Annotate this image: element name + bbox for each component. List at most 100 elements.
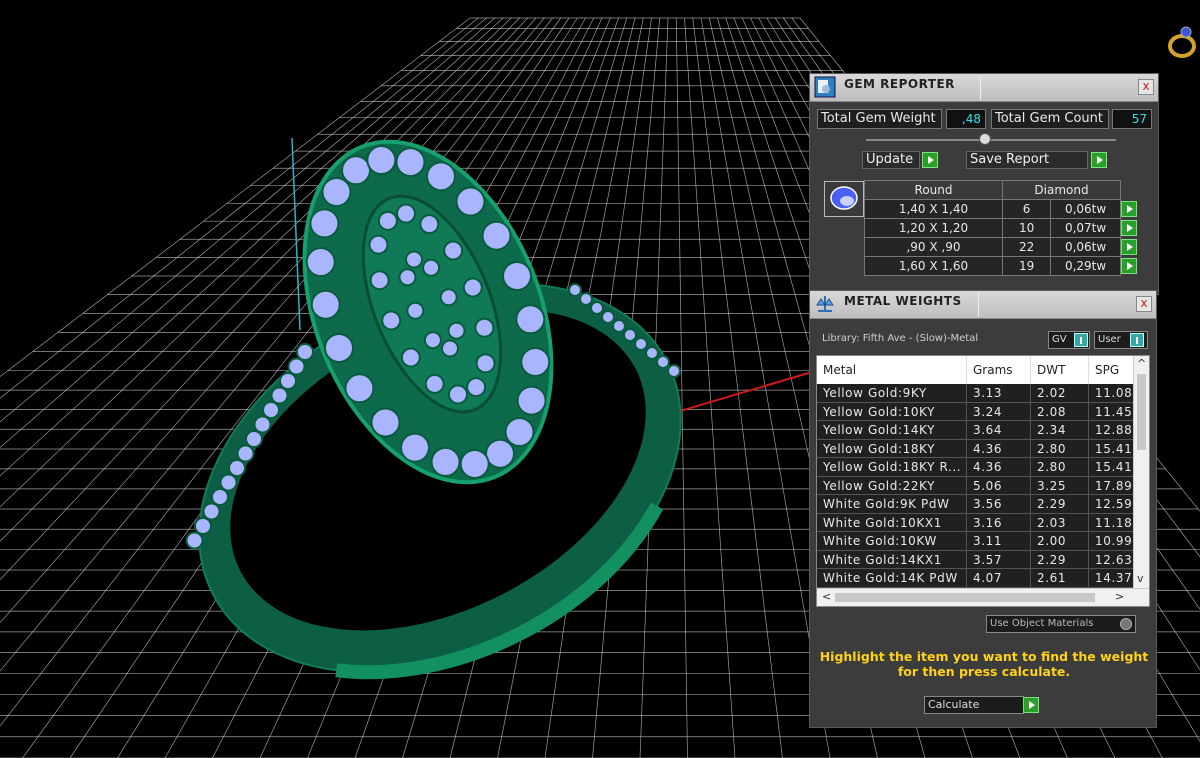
gem xyxy=(211,488,229,506)
grid-line xyxy=(675,17,688,758)
gem-row[interactable]: 1,40 X 1,40 6 0,06tw xyxy=(864,199,1141,219)
gem xyxy=(440,339,459,358)
metal-dwt-cell: 2.80 xyxy=(1031,439,1089,458)
save-report-play-button[interactable] xyxy=(1091,152,1107,168)
gem xyxy=(400,432,431,463)
gem xyxy=(245,430,263,448)
gem-reporter-titlebar[interactable]: GEM REPORTER x xyxy=(810,74,1158,102)
gem xyxy=(623,328,637,342)
scale-icon xyxy=(814,293,836,315)
gem xyxy=(645,346,659,360)
gem xyxy=(366,145,397,176)
slider-track[interactable] xyxy=(866,139,1116,141)
total-gem-count-label: Total Gem Count xyxy=(991,109,1109,129)
metal-row[interactable]: White Gold:10KW 3.11 2.00 10.99 xyxy=(817,532,1135,551)
gem-row-play-button[interactable] xyxy=(1121,257,1137,274)
total-gem-weight-value: ,48 xyxy=(946,109,986,129)
scroll-up-icon[interactable]: ^ xyxy=(1137,357,1146,370)
gem-row[interactable]: 1,60 X 1,60 19 0,29tw xyxy=(864,256,1141,276)
gem-shape-header: Round xyxy=(864,180,1003,200)
use-object-materials-button[interactable]: Use Object Materials xyxy=(986,615,1136,633)
gem-row-play-button[interactable] xyxy=(1121,200,1137,217)
gem-size: 1,20 X 1,20 xyxy=(864,218,1003,238)
save-report-button[interactable]: Save Report xyxy=(966,151,1088,169)
metal-grams-cell: 3.16 xyxy=(967,513,1031,532)
horizontal-scroll-thumb[interactable] xyxy=(835,593,1095,602)
update-button[interactable]: Update xyxy=(862,151,920,169)
metal-row[interactable]: Yellow Gold:14KY 3.64 2.34 12.88 xyxy=(817,421,1135,440)
gem xyxy=(520,346,551,377)
metal-row[interactable]: Yellow Gold:10KY 3.24 2.08 11.45 xyxy=(817,402,1135,421)
user-info-icon[interactable] xyxy=(1130,333,1144,347)
metal-list[interactable]: Metal Grams DWT SPG Yellow Gold:9KY 3.13 2… xyxy=(816,355,1150,607)
gem xyxy=(219,473,238,492)
gem-row-play-button[interactable] xyxy=(1121,219,1137,236)
gem xyxy=(185,531,204,550)
metal-row[interactable]: White Gold:9K PdW 3.56 2.29 12.59 xyxy=(817,495,1135,514)
vertical-scrollbar[interactable]: ^ v xyxy=(1133,356,1149,590)
metal-row[interactable]: Yellow Gold:18KY R... 4.36 2.80 15.41 xyxy=(817,458,1135,477)
scroll-right-icon[interactable]: > xyxy=(1115,590,1124,603)
calculate-play-button[interactable] xyxy=(1023,697,1039,713)
gem xyxy=(370,407,401,438)
gem xyxy=(459,448,490,479)
gem xyxy=(481,220,512,251)
column-spg[interactable]: SPG xyxy=(1089,356,1135,384)
metal-row[interactable]: Yellow Gold:18KY 4.36 2.80 15.41 xyxy=(817,439,1135,458)
ring-icon[interactable] xyxy=(1164,20,1198,62)
y-axis-line xyxy=(291,137,301,331)
metal-dwt-cell: 2.02 xyxy=(1031,384,1089,403)
metal-row[interactable]: White Gold:14KX1 3.57 2.29 12.63 xyxy=(817,550,1135,569)
metal-dwt-cell: 2.08 xyxy=(1031,402,1089,421)
metal-row[interactable]: Yellow Gold:22KY 5.06 3.25 17.89 xyxy=(817,476,1135,495)
gem xyxy=(439,288,458,307)
gem-row-play-button[interactable] xyxy=(1121,238,1137,255)
metal-spg-cell: 10.99 xyxy=(1089,532,1135,551)
calculate-button[interactable]: Calculate xyxy=(924,696,1024,714)
metal-metal-cell: Yellow Gold:18KY xyxy=(817,439,967,458)
gem xyxy=(516,385,547,416)
gem xyxy=(601,310,615,324)
gem xyxy=(612,319,626,333)
hint-line-2: for then press calculate. xyxy=(897,664,1071,679)
gem xyxy=(474,317,495,338)
gem xyxy=(424,373,445,394)
column-dwt[interactable]: DWT xyxy=(1031,356,1089,384)
total-gem-count-value: 57 xyxy=(1112,109,1152,129)
column-grams[interactable]: Grams xyxy=(967,356,1031,384)
gem xyxy=(202,502,221,521)
close-button[interactable]: x xyxy=(1136,296,1152,312)
gem-row[interactable]: 1,20 X 1,20 10 0,07tw xyxy=(864,218,1141,238)
gem xyxy=(194,517,212,535)
gem xyxy=(236,444,255,463)
column-metal[interactable]: Metal xyxy=(817,356,967,384)
metal-spg-cell: 15.41 xyxy=(1089,439,1135,458)
gem xyxy=(484,438,515,469)
metal-weights-titlebar[interactable]: METAL WEIGHTS x xyxy=(810,291,1156,319)
vertical-scroll-thumb[interactable] xyxy=(1137,374,1146,450)
grid-line xyxy=(684,17,736,758)
gem-row[interactable]: ,90 X ,90 22 0,06tw xyxy=(864,237,1141,257)
metal-spg-cell: 12.59 xyxy=(1089,495,1135,514)
metal-row[interactable]: Yellow Gold:9KY 3.13 2.02 11.08 xyxy=(817,384,1135,403)
slider-thumb[interactable] xyxy=(979,133,991,145)
scroll-left-icon[interactable]: < xyxy=(822,590,831,603)
close-button[interactable]: x xyxy=(1138,79,1154,95)
gem xyxy=(377,210,398,231)
gem-size: 1,40 X 1,40 xyxy=(864,199,1003,219)
metal-metal-cell: White Gold:14KX1 xyxy=(817,550,967,569)
metal-grams-cell: 4.07 xyxy=(967,569,1031,588)
horizontal-scrollbar[interactable]: < > xyxy=(817,588,1149,606)
use-object-materials-toggle[interactable] xyxy=(1120,618,1132,630)
gem xyxy=(296,343,314,361)
scroll-down-icon[interactable]: v xyxy=(1137,572,1144,585)
gem xyxy=(321,176,352,207)
title-divider xyxy=(978,293,979,317)
metal-metal-cell: Yellow Gold:18KY R... xyxy=(817,458,967,477)
update-play-button[interactable] xyxy=(922,152,938,168)
gv-info-icon[interactable] xyxy=(1074,333,1088,347)
metal-row[interactable]: White Gold:10KX1 3.16 2.03 11.18 xyxy=(817,513,1135,532)
metal-list-header: Metal Grams DWT SPG xyxy=(817,356,1135,384)
metal-spg-cell: 11.08 xyxy=(1089,384,1135,403)
metal-row[interactable]: White Gold:14K PdW 4.07 2.61 14.37 xyxy=(817,569,1135,588)
